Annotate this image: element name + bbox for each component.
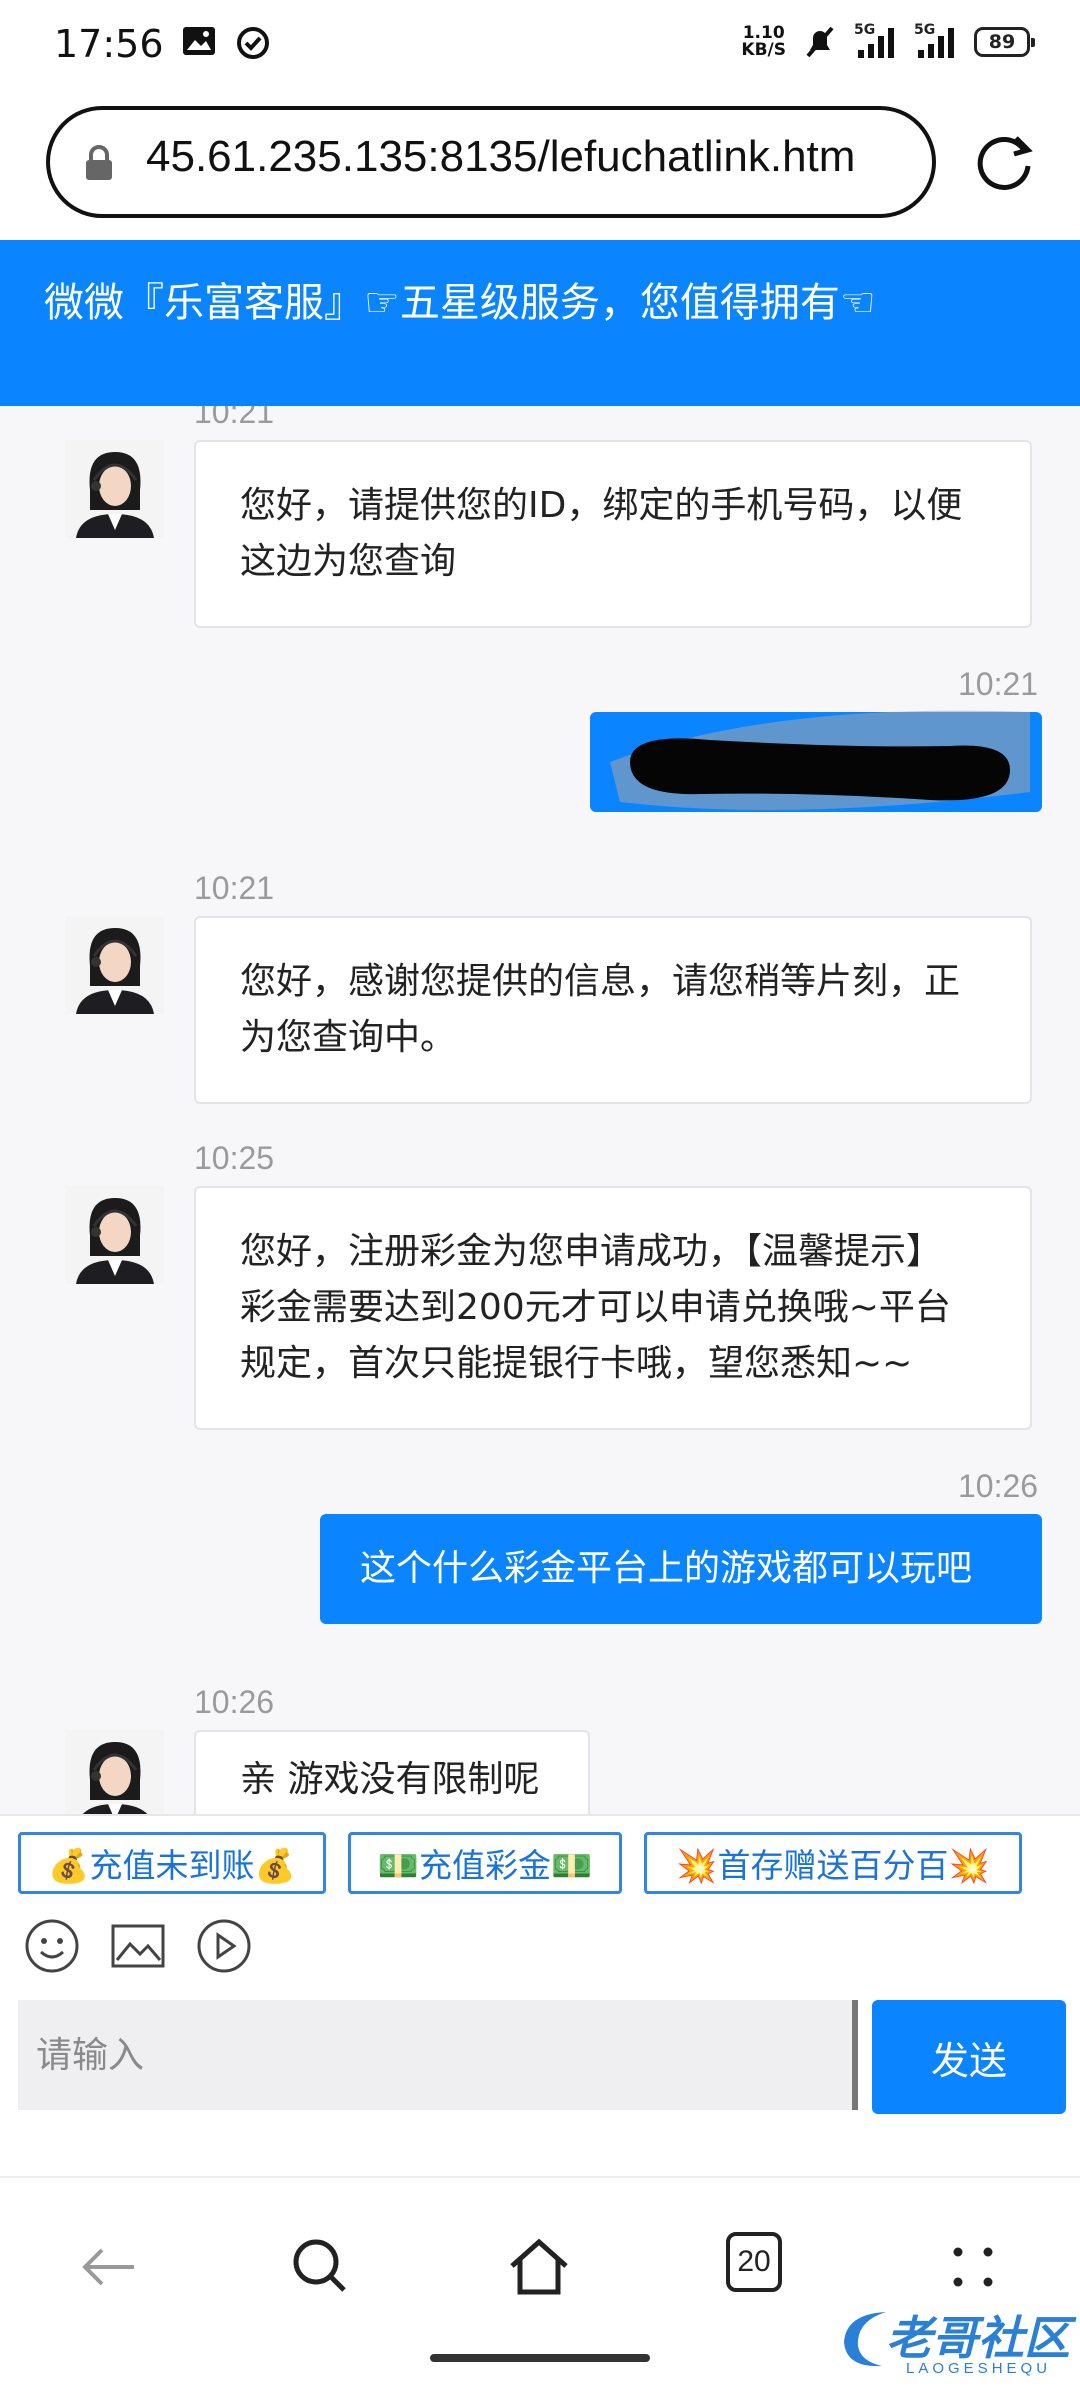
message-line: 为您查询中。 xyxy=(240,1017,457,1058)
chat-header: 微微『乐富客服』☞五星级服务，您值得拥有☜ xyxy=(0,240,1080,406)
message-input[interactable] xyxy=(18,2000,858,2110)
send-button[interactable]: 发送 xyxy=(872,2000,1066,2114)
message-line: 规定，首次只能提银行卡哦，望您悉知~~ xyxy=(240,1343,913,1384)
agent-message: 您好，感谢您提供的信息，请您稍等片刻，正 为您查询中。 xyxy=(194,916,1032,1104)
status-bar: 17:56 1.10 KB/S 5G 5G 89 xyxy=(0,0,1080,92)
message-time: 10:26 xyxy=(194,1684,275,1720)
home-indicator[interactable] xyxy=(430,2354,650,2362)
signal-bars-icon xyxy=(918,28,954,58)
agent-avatar xyxy=(66,440,164,538)
watermark-text: 老哥社区 xyxy=(886,2311,1070,2365)
agent-avatar-image xyxy=(66,440,164,538)
net-speed: 1.10 KB/S xyxy=(741,25,786,59)
emoji-icon[interactable] xyxy=(24,1918,80,1974)
lock-icon xyxy=(86,145,112,180)
back-icon[interactable] xyxy=(76,2234,142,2300)
quick-reply-first-deposit[interactable]: 💥首存赠送百分百💥 xyxy=(644,1832,1022,1894)
message-line: 亲 游戏没有限制呢 xyxy=(240,1759,540,1800)
agent-avatar xyxy=(66,1186,164,1284)
agent-avatar-image xyxy=(66,916,164,1014)
signal-icon: 5G xyxy=(914,22,958,60)
watermark-logo: 老哥社区 LAOGESHEQU xyxy=(836,2300,1070,2390)
signal-icon: 5G xyxy=(854,22,898,60)
redaction-scribble xyxy=(610,710,1030,810)
agent-avatar-image xyxy=(66,1186,164,1284)
tabs-button[interactable]: 20 xyxy=(726,2232,782,2292)
image-upload-icon[interactable] xyxy=(110,1918,166,1974)
search-icon[interactable] xyxy=(288,2234,354,2300)
agent-avatar-image xyxy=(66,1730,164,1814)
message-line: 您好，请提供您的ID，绑定的手机号码，以便 xyxy=(240,485,963,526)
watermark-sub: LAOGESHEQU xyxy=(906,2360,1052,2377)
reload-icon[interactable] xyxy=(970,128,1038,196)
video-icon[interactable] xyxy=(196,1918,252,1974)
more-icon[interactable] xyxy=(940,2234,1006,2300)
message-line: 您好，注册彩金为您申请成功，【温馨提示】 xyxy=(240,1231,943,1272)
status-time: 17:56 xyxy=(54,22,164,66)
status-right: 1.10 KB/S 5G 5G 89 xyxy=(741,22,1035,60)
agent-message: 您好，注册彩金为您申请成功，【温馨提示】 彩金需要达到200元才可以申请兑换哦~… xyxy=(194,1186,1032,1430)
agent-avatar xyxy=(66,1730,164,1814)
user-message: 这个什么彩金平台上的游戏都可以玩吧 xyxy=(320,1514,1042,1624)
agent-message: 亲 游戏没有限制呢 xyxy=(194,1730,590,1814)
message-time: 10:26 xyxy=(958,1468,1039,1504)
agent-message: 您好，请提供您的ID，绑定的手机号码，以便 这边为您查询 xyxy=(194,440,1032,628)
chat-area[interactable]: 10:21 您好，请提供您的ID，绑定的手机号码，以便 这边为您查询 10:21… xyxy=(0,406,1080,1814)
quick-reply-recharge-missing[interactable]: 💰充值未到账💰 xyxy=(18,1832,326,1894)
chat-title: 微微『乐富客服』☞五星级服务，您值得拥有☜ xyxy=(44,280,876,326)
home-icon[interactable] xyxy=(506,2234,572,2300)
url-bar[interactable]: 45.61.235.135:8135/lefuchatlink.htm xyxy=(46,106,936,218)
message-line: 这边为您查询 xyxy=(240,541,457,582)
message-line: 您好，感谢您提供的信息，请您稍等片刻，正 xyxy=(240,961,961,1002)
image-icon xyxy=(183,27,215,55)
url-text[interactable]: 45.61.235.135:8135/lefuchatlink.htm xyxy=(146,132,916,182)
message-time: 10:21 xyxy=(194,870,275,906)
signal-bars-icon xyxy=(858,28,894,58)
message-time: 10:25 xyxy=(194,1140,275,1176)
quick-reply-bar: 💰充值未到账💰 💵充值彩金💵 💥首存赠送百分百💥 xyxy=(0,1814,1080,1894)
mute-icon xyxy=(806,26,834,58)
battery-icon: 89 xyxy=(974,27,1035,57)
message-time: 10:21 xyxy=(194,406,275,430)
quick-reply-recharge-bonus[interactable]: 💵充值彩金💵 xyxy=(348,1832,622,1894)
message-line: 彩金需要达到200元才可以申请兑换哦~平台 xyxy=(240,1287,951,1328)
net-speed-unit: KB/S xyxy=(741,40,786,60)
agent-avatar xyxy=(66,916,164,1014)
check-circle-icon xyxy=(237,27,269,59)
